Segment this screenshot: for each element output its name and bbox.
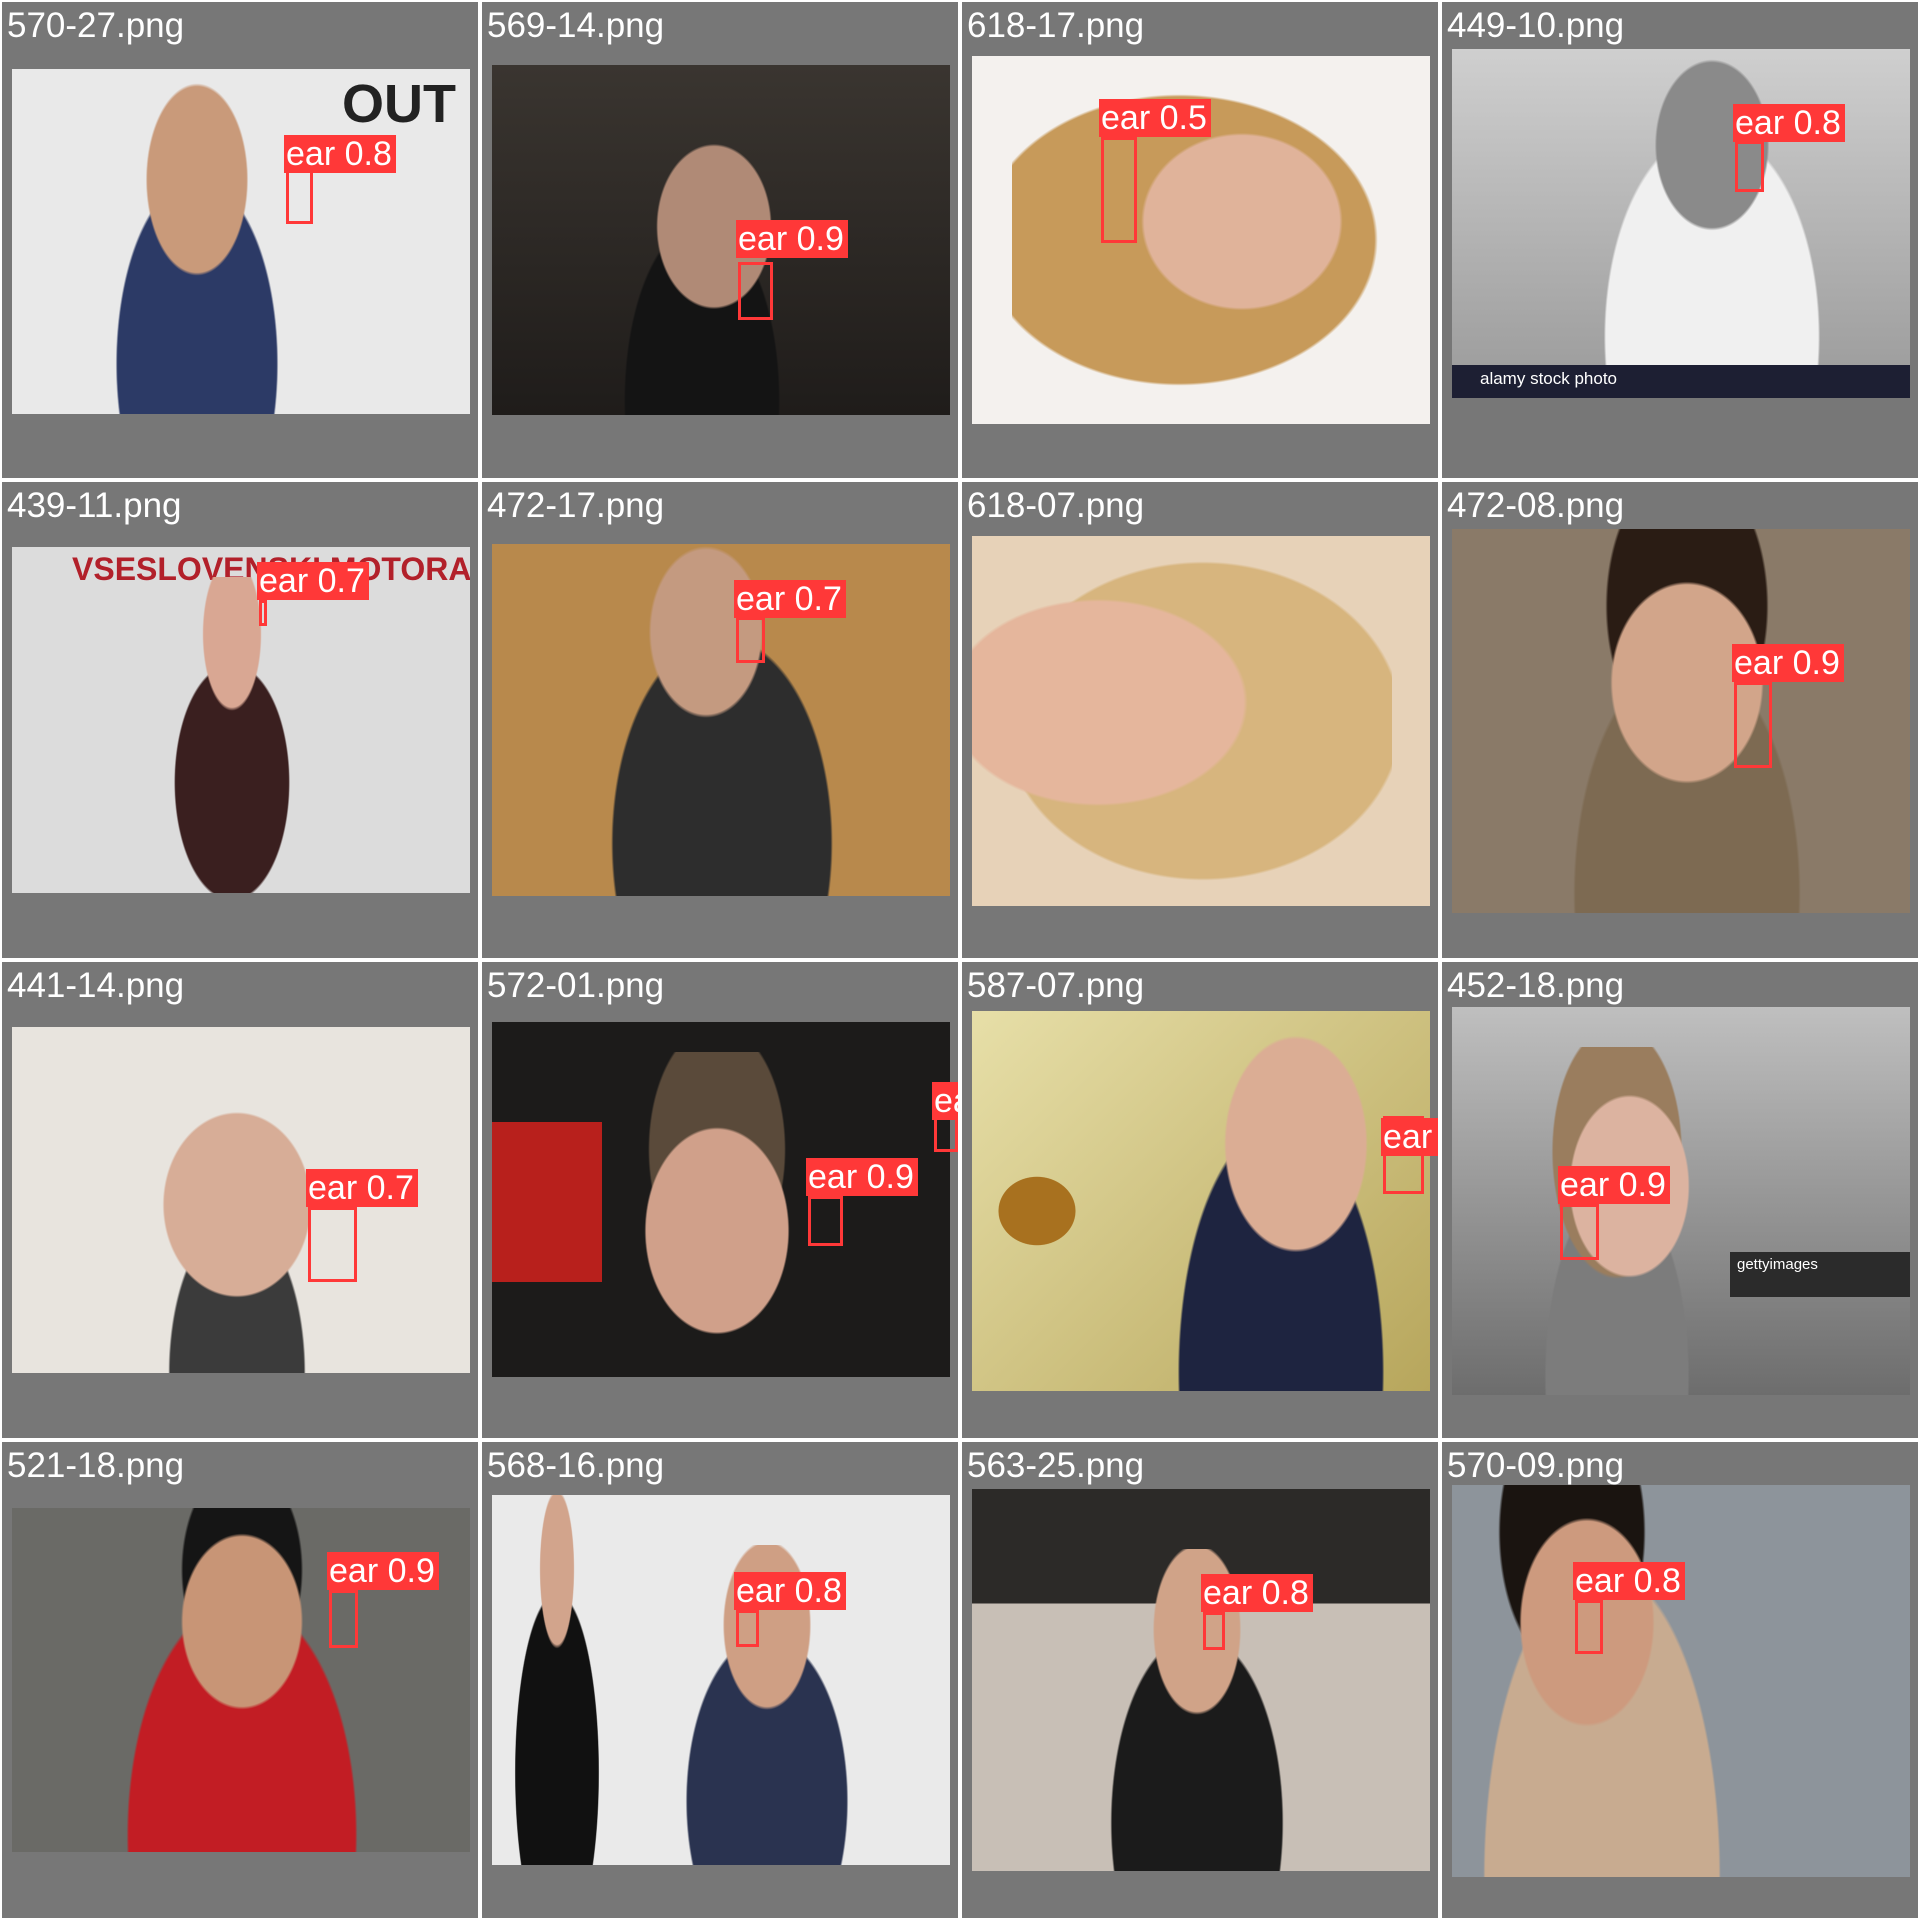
ear-detection-box [1735, 141, 1764, 192]
grid-tile[interactable]: 570-27.png OUT ear 0.8 [2, 2, 478, 478]
grid-tile[interactable]: 439-11.png VSESLOVENSKI MOTORA ear 0.7 [2, 482, 478, 958]
tile-filename: 439-11.png [7, 486, 182, 525]
grid-tile[interactable]: 587-07.png ear 0.9 [962, 962, 1438, 1438]
detection-label: ear 0.9 [736, 220, 848, 258]
grid-tile[interactable]: 472-08.png ear 0.9 [1442, 482, 1918, 958]
ear-detection-box [259, 600, 267, 626]
tile-filename: 563-25.png [967, 1446, 1145, 1485]
detection-label: ear 0.9 [1732, 644, 1844, 682]
ear-detection-box [329, 1590, 358, 1648]
ear-detection-box [286, 168, 313, 224]
grid-tile[interactable]: 570-09.png ear 0.8 [1442, 1442, 1918, 1918]
tile-filename: 449-10.png [1447, 6, 1625, 45]
ear-detection-box [1101, 137, 1137, 243]
tile-filename: 570-27.png [7, 6, 185, 45]
photo [492, 544, 950, 896]
detection-label: ear 0.9 [806, 1158, 918, 1196]
ear-detection-box [738, 262, 773, 320]
tile-filename: 569-14.png [487, 6, 665, 45]
tile-filename: 441-14.png [7, 966, 185, 1005]
detection-label: ear 0.8 [734, 1572, 846, 1610]
tile-filename: 568-16.png [487, 1446, 665, 1485]
photo [1452, 529, 1910, 913]
detection-label: ear 0.9 [1381, 1118, 1438, 1156]
detection-label: ear 0.8 [1733, 104, 1845, 142]
photo: alamy stock photo [1452, 49, 1910, 398]
detection-label: ear 0.7 [734, 580, 846, 618]
magazine-logo: OUT [342, 74, 456, 134]
photo: VSESLOVENSKI MOTORA [12, 547, 470, 893]
ear-detection-box [1560, 1204, 1599, 1260]
grid-tile[interactable]: 472-17.png ear 0.7 [482, 482, 958, 958]
ear-detection-box [1734, 682, 1772, 768]
photo: gettyimages [1452, 1007, 1910, 1395]
tile-filename: 472-08.png [1447, 486, 1625, 525]
photo [972, 1011, 1430, 1391]
grid-tile[interactable]: 572-01.png ear 0.3 ear 0.9 [482, 962, 958, 1438]
grid-tile[interactable]: 618-07.png [962, 482, 1438, 958]
ear-detection-box [808, 1196, 843, 1246]
grid-tile[interactable]: 449-10.png alamy stock photo ear 0.8 [1442, 2, 1918, 478]
grid-tile[interactable]: 452-18.png gettyimages ear 0.9 [1442, 962, 1918, 1438]
grid-tile[interactable]: 563-25.png ear 0.8 [962, 1442, 1438, 1918]
grid-tile[interactable]: 569-14.png ear 0.9 [482, 2, 958, 478]
grid-tile[interactable]: 568-16.png ear 0.8 [482, 1442, 958, 1918]
ear-detection-box [308, 1207, 357, 1282]
detection-label: ear 0.8 [1201, 1574, 1313, 1612]
detection-label: ear 0.9 [1558, 1166, 1670, 1204]
ear-detection-box [736, 617, 765, 663]
results-grid: 570-27.png OUT ear 0.8 569-14.png ear 0.… [0, 0, 1920, 1920]
tile-filename: 618-17.png [967, 6, 1145, 45]
tile-filename: 452-18.png [1447, 966, 1625, 1005]
photo [972, 536, 1430, 906]
photo: OUT [12, 69, 470, 414]
stock-photo-watermark: gettyimages [1737, 1256, 1818, 1273]
stock-photo-watermark: alamy stock photo [1480, 369, 1618, 388]
photo [492, 1495, 950, 1865]
detection-label: ear 0.7 [306, 1169, 418, 1207]
tile-filename: 472-17.png [487, 486, 665, 525]
tile-filename: 618-07.png [967, 486, 1145, 525]
grid-tile[interactable]: 521-18.png ear 0.9 [2, 1442, 478, 1918]
grid-tile[interactable]: 441-14.png ear 0.7 [2, 962, 478, 1438]
grid-tile[interactable]: 618-17.png ear 0.5 [962, 2, 1438, 478]
photo [492, 1022, 950, 1377]
detection-label: ear 0.7 [257, 562, 369, 600]
ear-detection-box [1203, 1612, 1225, 1650]
tile-filename: 572-01.png [487, 966, 665, 1005]
ear-detection-box [1575, 1600, 1603, 1654]
ear-detection-box [736, 1610, 759, 1647]
detection-label: ear 0.8 [284, 135, 396, 173]
detection-label: ear 0.8 [1573, 1562, 1685, 1600]
detection-label: ear 0.3 [932, 1082, 958, 1120]
photo [972, 1489, 1430, 1871]
tile-filename: 587-07.png [967, 966, 1145, 1005]
photo [492, 65, 950, 415]
tile-filename: 570-09.png [1447, 1446, 1625, 1485]
detection-label: ear 0.5 [1099, 99, 1211, 137]
tile-filename: 521-18.png [7, 1446, 185, 1485]
detection-label: ear 0.9 [327, 1552, 439, 1590]
photo [1452, 1485, 1910, 1877]
